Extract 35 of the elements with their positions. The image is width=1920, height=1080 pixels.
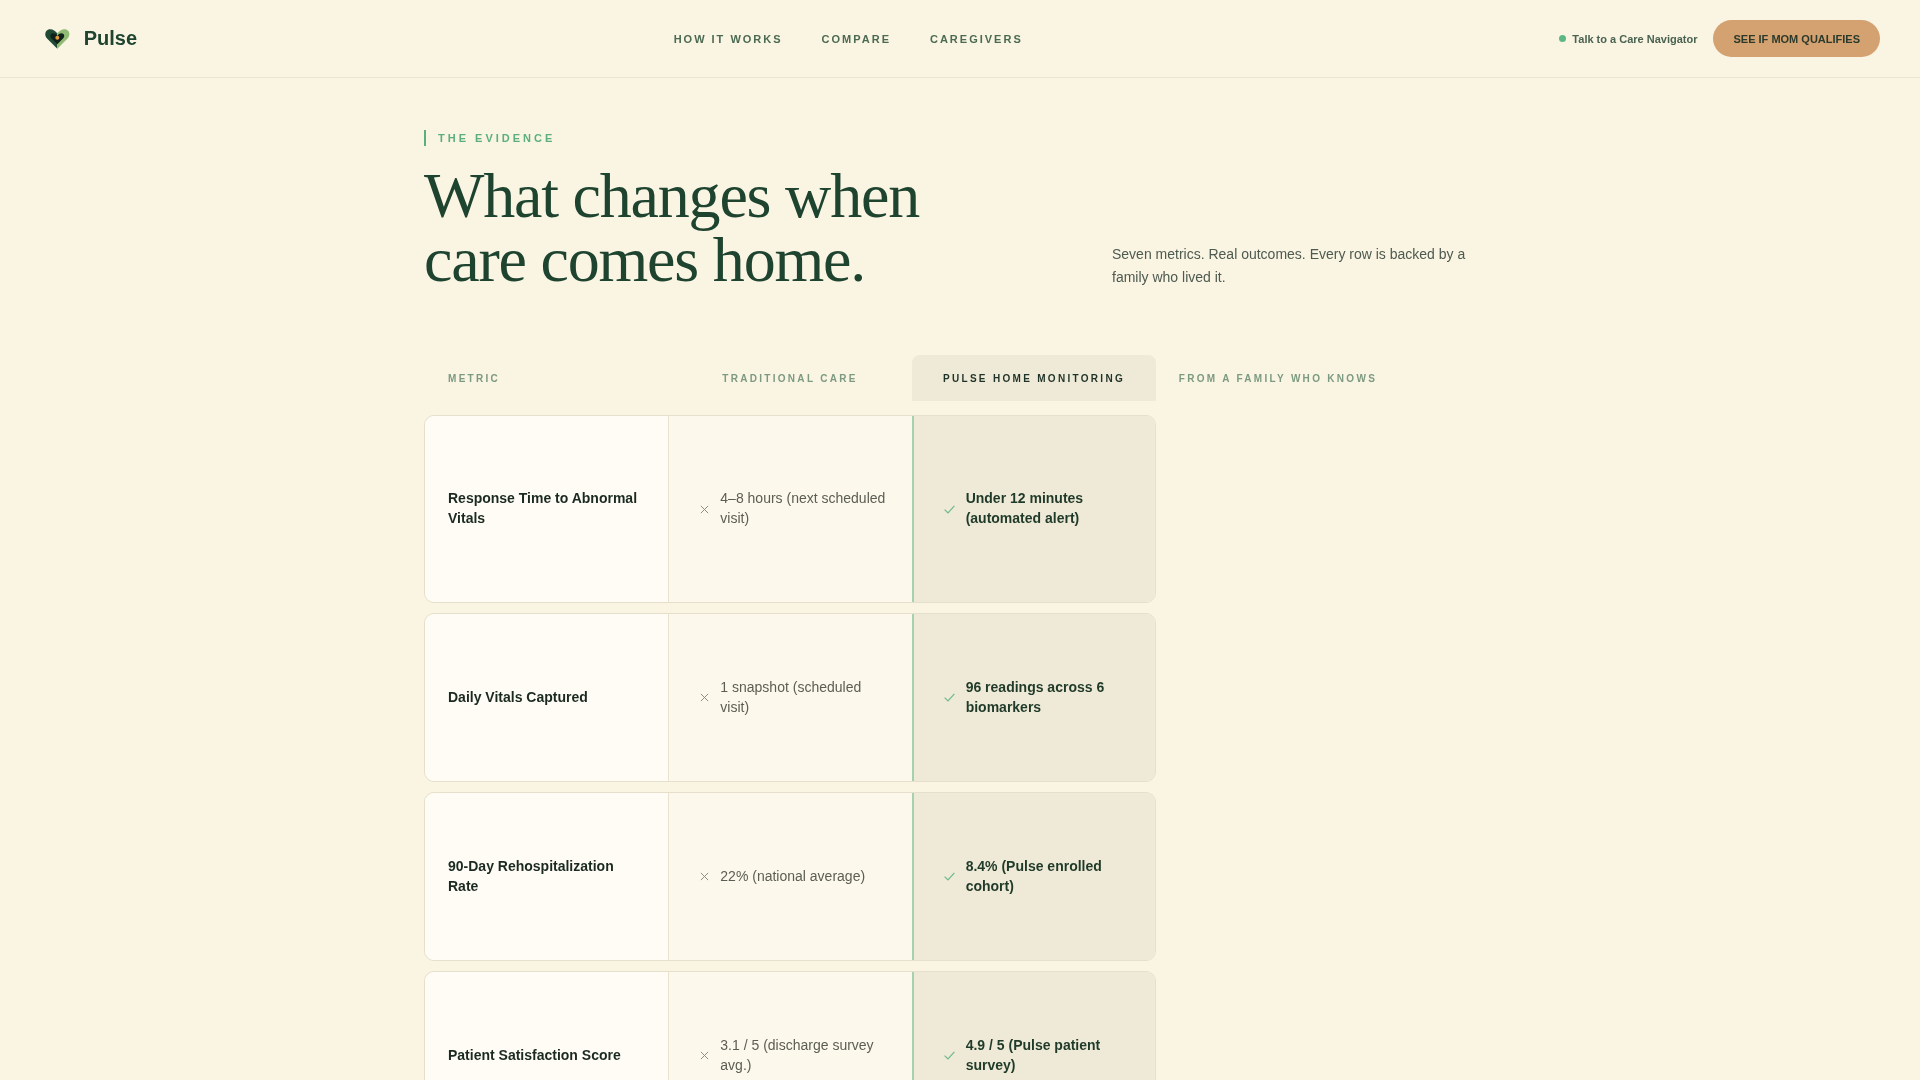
cell-text: Under 12 minutes (automated alert) xyxy=(965,489,1085,528)
cell-text: 3.1 / 5 (discharge survey avg.) xyxy=(720,1035,875,1075)
cross-icon xyxy=(700,1051,710,1060)
metric-cell: Daily Vitals Captured xyxy=(425,614,669,781)
checkmark-icon xyxy=(943,693,955,702)
column-header: METRIC xyxy=(447,371,502,386)
column-header: TRADITIONAL CARE xyxy=(721,371,859,386)
nav-link[interactable]: COMPARE xyxy=(821,32,891,45)
checkmark-icon xyxy=(943,872,955,881)
cross-icon xyxy=(700,693,710,702)
metric-cell: Response Time to Abnormal Vitals xyxy=(425,416,669,602)
metric-cell: 90-Day Rehospitalization Rate xyxy=(425,793,669,960)
metric-cell: Patient Satisfaction Score xyxy=(425,972,669,1080)
checkmark-icon xyxy=(943,1051,955,1060)
nav-link[interactable]: HOW IT WORKS xyxy=(673,32,783,45)
cross-icon xyxy=(700,504,710,514)
contact-link[interactable]: Talk to a Care Navigator xyxy=(1572,32,1698,45)
status-dot-icon xyxy=(1559,35,1567,42)
cell-text: 8.4% (Pulse enrolled cohort) xyxy=(965,856,1103,896)
column-header: FROM A FAMILY WHO KNOWS xyxy=(1177,371,1379,386)
checkmark-icon xyxy=(943,504,955,514)
cell-text: 22% (national average) xyxy=(720,866,866,886)
intro-description: Seven metrics. Real outcomes. Every row is backed by a family who lived it. xyxy=(1112,245,1467,287)
column-header: PULSE HOME MONITORING xyxy=(912,355,1156,401)
cta-button[interactable]: SEE IF MOM QUALIFIES xyxy=(1713,20,1880,57)
heart-logo-icon xyxy=(45,28,70,49)
cell-text: 96 readings across 6 biomarkers xyxy=(965,677,1106,717)
cell-text: 1 snapshot (scheduled visit) xyxy=(720,677,863,717)
brand-name[interactable]: Pulse xyxy=(83,27,137,50)
cell-text: 4.9 / 5 (Pulse patient survey) xyxy=(965,1035,1102,1075)
cell-text: 4–8 hours (next scheduled visit) xyxy=(720,489,887,528)
page-heading: What changes when care comes home. xyxy=(424,164,919,292)
eyebrow-label: THE EVIDENCE xyxy=(424,130,556,146)
cross-icon xyxy=(700,872,710,881)
nav-link[interactable]: CAREGIVERS xyxy=(930,32,1023,45)
